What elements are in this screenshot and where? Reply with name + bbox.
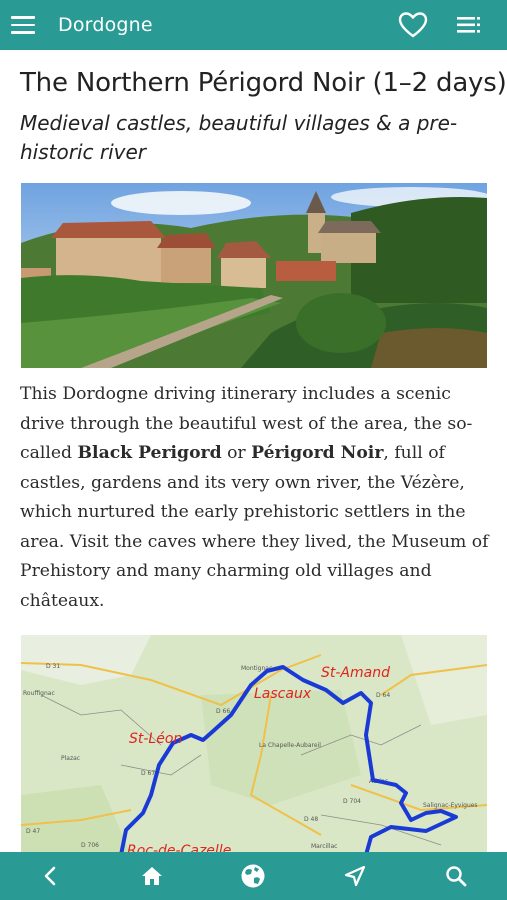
article-subtitle: Medieval castles, beautiful villages & a…	[20, 111, 458, 164]
home-icon[interactable]	[132, 856, 172, 896]
list-icon[interactable]	[455, 13, 483, 37]
village-photo	[21, 183, 487, 368]
bottom-nav	[0, 852, 507, 900]
location-arrow-icon[interactable]	[335, 856, 375, 896]
hamburger-menu-icon[interactable]	[11, 10, 41, 40]
road-label-d64: D 64	[376, 692, 390, 699]
globe-icon[interactable]	[233, 856, 273, 896]
search-icon[interactable]	[436, 856, 476, 896]
road-label-d31: D 31	[46, 663, 60, 670]
road-label-d67: D 67	[141, 770, 155, 777]
road-label-d706: D 706	[81, 842, 99, 849]
article-body: This Dordogne driving itinerary includes…	[20, 384, 489, 611]
app-bar: Dordogne	[0, 0, 507, 50]
place-salignac: Salignac-Eyvigues	[423, 802, 478, 809]
road-label-d704: D 704	[343, 798, 361, 805]
road-label-d66: D 66	[216, 708, 230, 715]
heart-icon[interactable]	[398, 11, 428, 39]
route-map[interactable]: D 31 D 47 D 67 D 704 D 48 D 64 D 66 D 70…	[21, 635, 487, 852]
article-content[interactable]: The Northern Périgord Noir (1–2 days) Me…	[0, 50, 507, 852]
place-plazac: Plazac	[61, 755, 80, 762]
place-marcillac: Marcillac	[311, 843, 337, 850]
map-label-st-amand: St-Amand	[321, 665, 390, 681]
map-label-st-leon: St-Léon	[129, 731, 182, 747]
map-label-roc: Roc-de-Cazelle	[127, 843, 231, 852]
article-title: The Northern Périgord Noir (1–2 days)	[20, 68, 507, 98]
road-label-d48: D 48	[304, 816, 318, 823]
back-icon[interactable]	[31, 856, 71, 896]
map-label-lascaux: Lascaux	[254, 686, 312, 702]
place-rouffignac: Rouffignac	[23, 690, 55, 697]
place-chapelle: La Chapelle-Aubareil	[259, 742, 321, 749]
road-label-d47: D 47	[26, 828, 40, 835]
app-title: Dordogne	[58, 14, 153, 36]
